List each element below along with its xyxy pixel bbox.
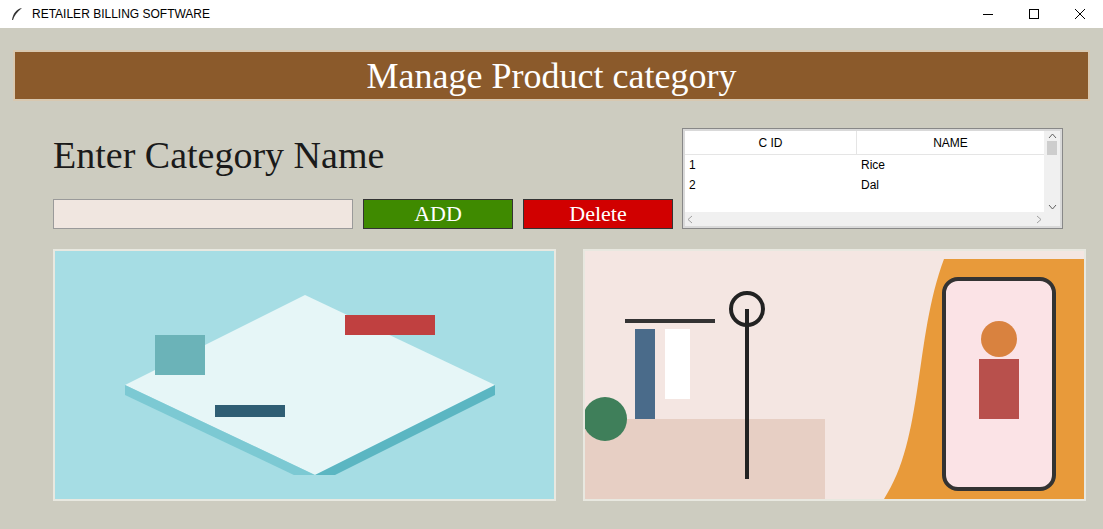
maximize-icon [1029, 9, 1039, 19]
table-cell: 1 [685, 155, 857, 175]
table-cell: Rice [857, 155, 1044, 175]
header-banner: Manage Product category [13, 50, 1090, 101]
minimize-button[interactable] [965, 0, 1011, 28]
table-cell: Dal [857, 175, 1044, 195]
category-input[interactable] [53, 199, 353, 229]
minimize-icon [983, 9, 993, 19]
clothes-rack-icon [585, 269, 825, 499]
scroll-right-icon [1034, 215, 1044, 224]
feather-icon [10, 7, 24, 21]
vertical-scrollbar[interactable] [1044, 131, 1060, 212]
horizontal-scrollbar[interactable] [685, 212, 1060, 226]
store-floor-icon [95, 275, 515, 475]
category-table[interactable]: C IDNAME1Rice2Dal [683, 129, 1062, 228]
table-cell: 2 [685, 175, 857, 195]
fashion-illustration [583, 249, 1086, 501]
delete-button[interactable]: Delete [523, 199, 673, 229]
table-row[interactable]: 1Rice [685, 155, 1044, 175]
add-button[interactable]: ADD [363, 199, 513, 229]
table-row[interactable]: 2Dal [685, 175, 1044, 195]
scroll-left-icon [685, 215, 695, 224]
category-label: Enter Category Name [53, 133, 673, 177]
title-bar: RETAILER BILLING SOFTWARE [0, 0, 1103, 28]
app-window: RETAILER BILLING SOFTWARE Manage Product … [0, 0, 1103, 529]
scroll-up-icon [1048, 131, 1057, 141]
scroll-down-icon [1048, 202, 1057, 212]
maximize-button[interactable] [1011, 0, 1057, 28]
table-header: C IDNAME [685, 131, 1044, 155]
column-header[interactable]: C ID [685, 131, 857, 154]
window-title: RETAILER BILLING SOFTWARE [32, 5, 210, 23]
scroll-thumb[interactable] [1047, 141, 1057, 155]
phone-live-icon [884, 259, 1084, 499]
store-illustration [53, 249, 556, 501]
close-icon [1075, 9, 1085, 19]
column-header[interactable]: NAME [857, 131, 1044, 154]
close-button[interactable] [1057, 0, 1103, 28]
